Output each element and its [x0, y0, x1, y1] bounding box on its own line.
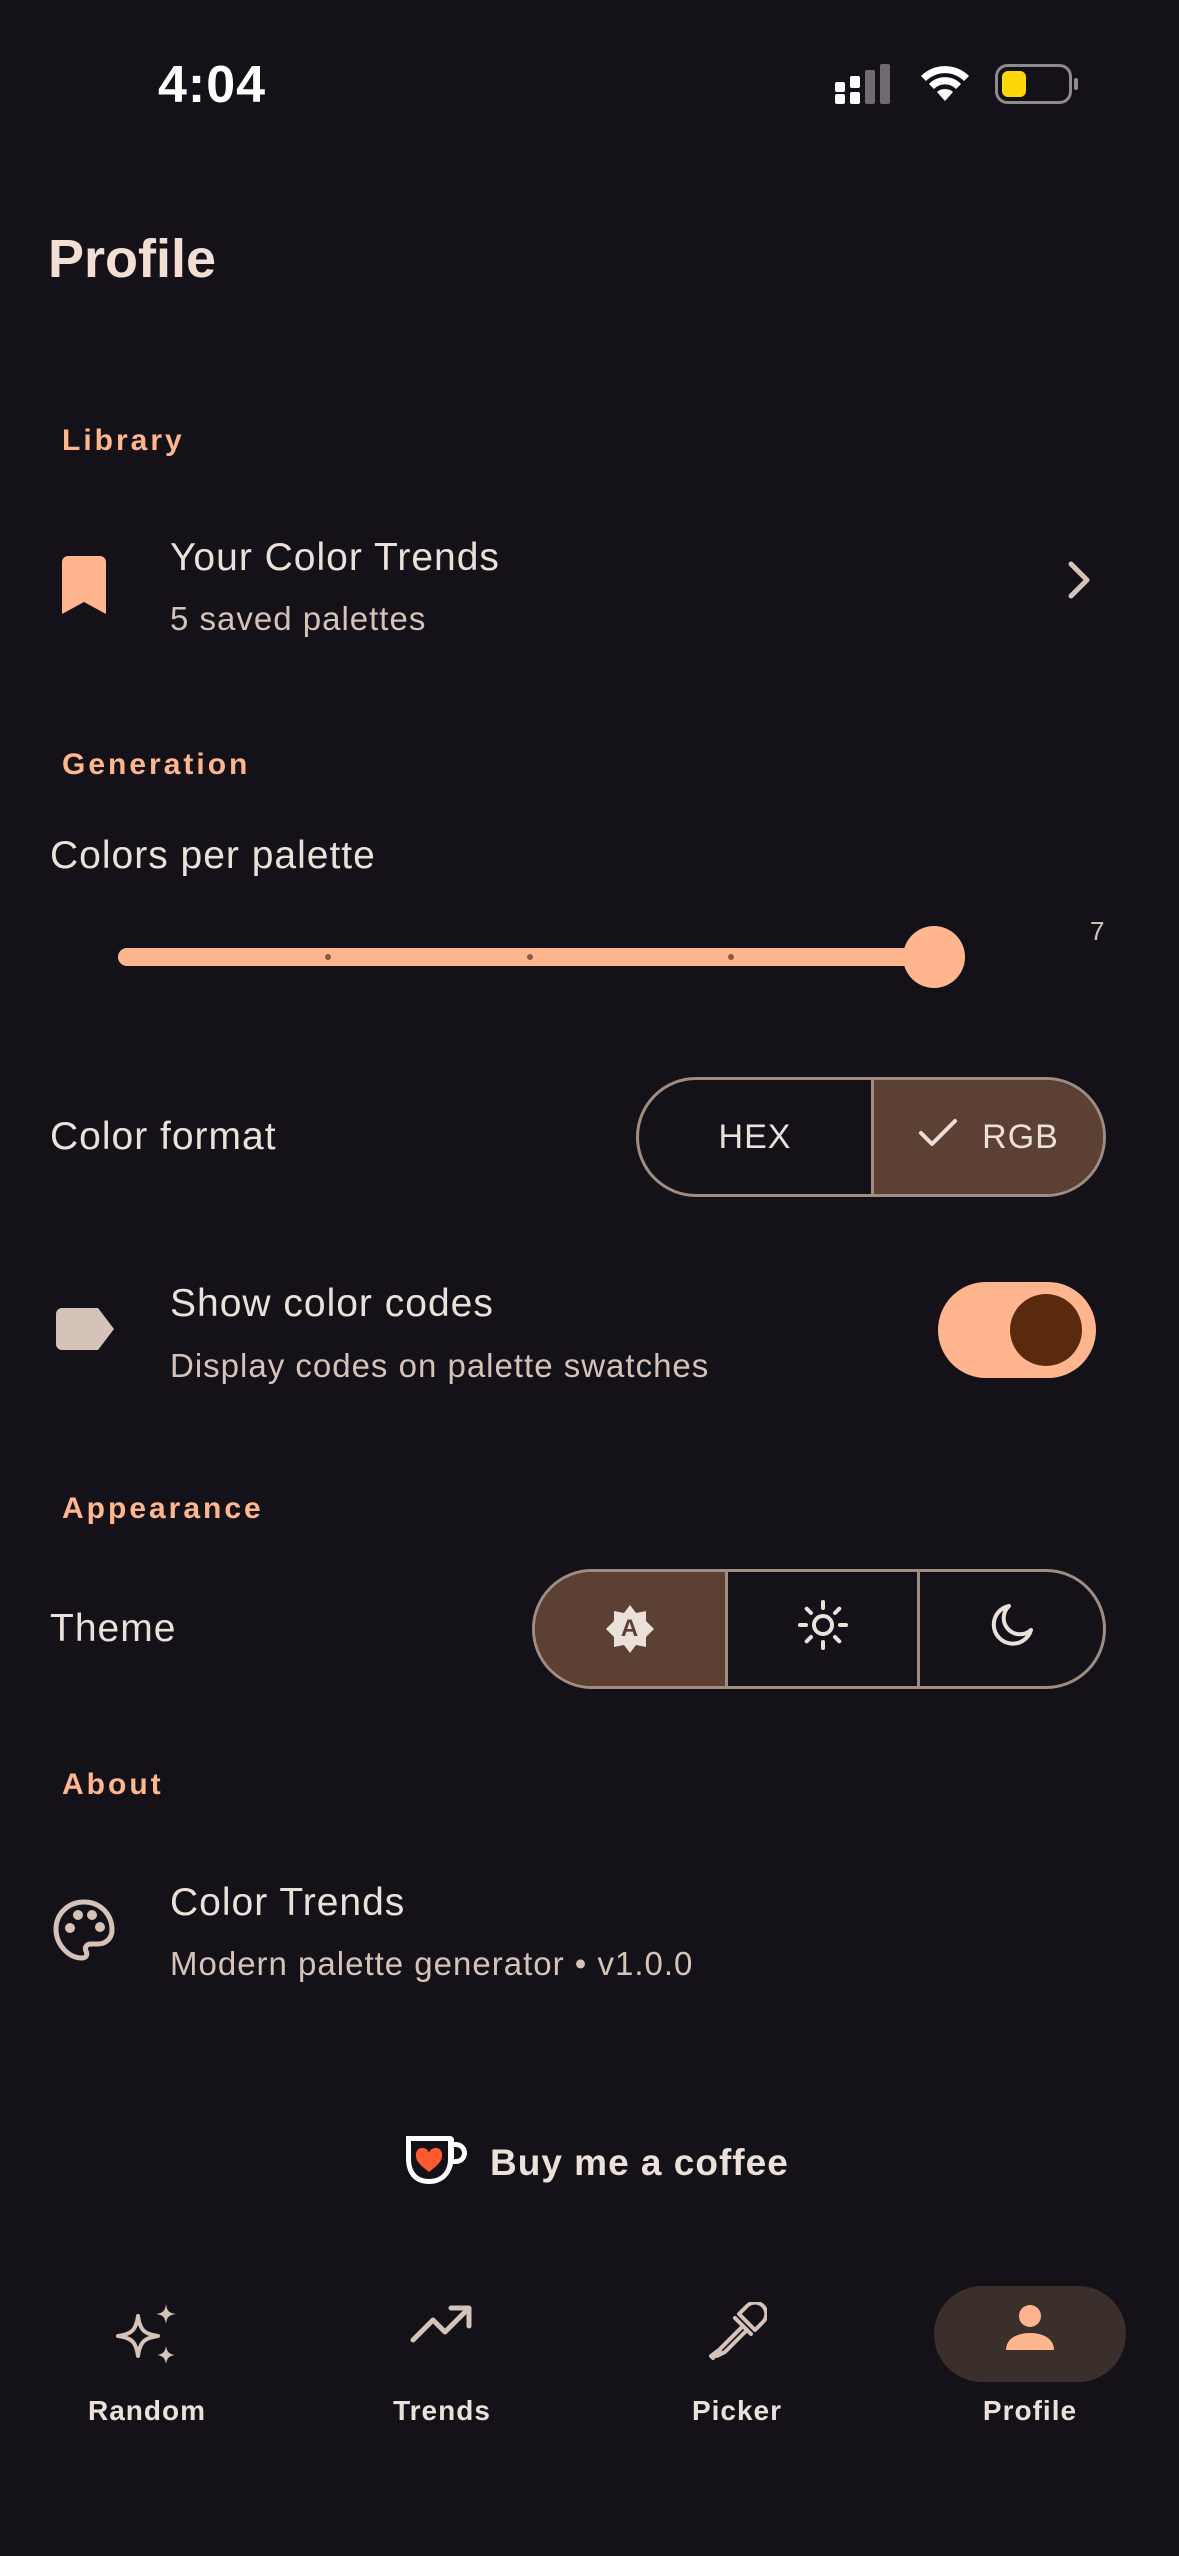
slider-tick — [325, 954, 331, 960]
status-bar: 4:04 — [0, 0, 1179, 170]
coffee-cup-icon — [400, 2132, 468, 2193]
theme-label: Theme — [50, 1607, 177, 1650]
status-time: 4:04 — [158, 56, 267, 114]
theme-selector[interactable]: A — [532, 1569, 1106, 1689]
nav-item-profile[interactable]: Profile — [930, 2270, 1130, 2440]
moon-icon — [989, 1602, 1035, 1657]
palette-icon — [52, 1898, 116, 1967]
color-format-label: Color format — [50, 1115, 277, 1158]
chevron-right-icon — [1067, 560, 1091, 605]
trending-up-icon — [409, 2302, 475, 2351]
about-app-subtitle: Modern palette generator • v1.0.0 — [170, 1945, 694, 1982]
toggle-knob — [1010, 1294, 1082, 1366]
show-codes-toggle[interactable] — [938, 1282, 1096, 1378]
slider-thumb[interactable] — [903, 926, 965, 988]
saved-palettes-title: Your Color Trends — [170, 536, 500, 579]
page-title: Profile — [48, 229, 217, 289]
sparkles-icon — [112, 2302, 182, 2373]
nav-item-random[interactable]: Random — [47, 2270, 247, 2440]
nav-item-picker[interactable]: Picker — [637, 2270, 837, 2440]
wifi-icon — [921, 65, 969, 103]
section-label-library: Library — [62, 424, 185, 457]
coffee-label: Buy me a coffee — [490, 2141, 789, 2183]
colors-per-palette-label: Colors per palette — [50, 834, 376, 877]
eyedropper-icon — [707, 2300, 769, 2367]
section-label-appearance: Appearance — [62, 1492, 264, 1525]
bottom-navigation: Random Trends Picker Profile — [0, 2270, 1179, 2460]
sun-icon — [797, 1599, 849, 1660]
format-option-rgb[interactable]: RGB — [871, 1080, 1103, 1194]
color-format-selector[interactable]: HEX RGB — [636, 1077, 1106, 1197]
battery-icon — [995, 64, 1079, 104]
section-label-generation: Generation — [62, 748, 251, 781]
nav-item-trends[interactable]: Trends — [342, 2270, 542, 2440]
format-option-hex[interactable]: HEX — [639, 1080, 871, 1194]
show-codes-title: Show color codes — [170, 1282, 494, 1325]
brightness-auto-icon: A — [604, 1603, 656, 1655]
label-icon — [56, 1308, 114, 1355]
slider-value: 7 — [1090, 916, 1105, 946]
person-icon — [1004, 2302, 1056, 2359]
slider-tick — [527, 954, 533, 960]
section-label-about: About — [62, 1768, 164, 1801]
slider-tick — [728, 954, 734, 960]
theme-option-light[interactable] — [725, 1572, 917, 1686]
bookmark-icon — [62, 556, 106, 619]
theme-option-dark[interactable] — [917, 1572, 1103, 1686]
show-codes-subtitle: Display codes on palette swatches — [170, 1347, 710, 1384]
status-icons — [835, 64, 1079, 104]
buy-me-a-coffee-button[interactable]: Buy me a coffee — [400, 2132, 789, 2193]
about-app-title: Color Trends — [170, 1881, 406, 1924]
check-icon — [918, 1118, 958, 1157]
saved-palettes-subtitle: 5 saved palettes — [170, 600, 427, 637]
cellular-signal-icon — [835, 64, 895, 104]
theme-option-auto[interactable]: A — [535, 1572, 725, 1686]
